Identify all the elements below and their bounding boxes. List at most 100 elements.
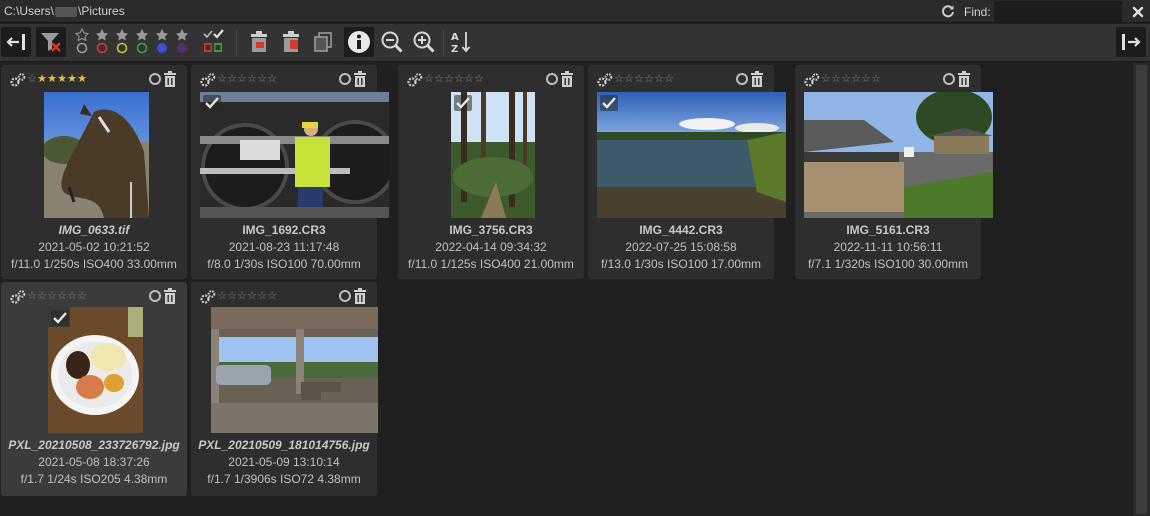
thumbnail-image[interactable] xyxy=(200,92,389,218)
thumbnail-image[interactable] xyxy=(597,92,786,218)
collapse-right-panel-icon[interactable] xyxy=(1116,27,1146,57)
thumbnail-image[interactable] xyxy=(48,307,143,433)
edit-settings-icon[interactable] xyxy=(407,73,423,87)
reject-star[interactable]: ☆ xyxy=(27,290,37,302)
rating-star[interactable]: ☆ xyxy=(644,73,654,85)
star-filter-0[interactable] xyxy=(74,27,90,54)
rating-star[interactable]: ☆ xyxy=(654,73,664,85)
rating-star[interactable]: ☆ xyxy=(257,73,267,85)
thumbnail-image[interactable] xyxy=(211,307,378,433)
copy-icon[interactable] xyxy=(308,27,338,57)
rating-star[interactable]: ☆ xyxy=(57,290,67,302)
color-label-circle-icon[interactable] xyxy=(149,73,161,85)
rating-star[interactable]: ☆ xyxy=(841,73,851,85)
collapse-left-panel-icon[interactable] xyxy=(1,27,31,57)
thumbnail-card[interactable]: ☆☆☆☆☆☆ IMG_3756.CR3 2022-04-14 09:34:32 f/1… xyxy=(398,65,584,279)
thumbnail-image[interactable] xyxy=(804,92,993,218)
thumbnail-card[interactable]: ☆☆☆☆☆☆ PXL_20210508_233726792.jpg 2021-05-… xyxy=(1,282,187,496)
rating-star[interactable]: ☆ xyxy=(237,73,247,85)
zoom-out-icon[interactable] xyxy=(377,27,407,57)
rating-star[interactable]: ★ xyxy=(37,73,47,85)
rating-star[interactable]: ☆ xyxy=(871,73,881,85)
close-icon[interactable] xyxy=(1125,0,1150,23)
rating-star[interactable]: ☆ xyxy=(464,73,474,85)
rating-star[interactable]: ☆ xyxy=(77,290,87,302)
rating-star[interactable]: ☆ xyxy=(444,73,454,85)
rating-star[interactable]: ☆ xyxy=(861,73,871,85)
rating-star[interactable]: ☆ xyxy=(237,290,247,302)
rating-star[interactable]: ☆ xyxy=(267,73,277,85)
color-label-circle-icon[interactable] xyxy=(943,73,955,85)
zoom-in-icon[interactable] xyxy=(409,27,439,57)
star-rating[interactable]: ☆☆☆☆☆☆ xyxy=(217,290,277,302)
star-filter-2[interactable] xyxy=(114,28,130,54)
star-rating[interactable]: ☆☆☆☆☆☆ xyxy=(614,73,674,85)
rating-star[interactable]: ☆ xyxy=(454,73,464,85)
rating-star[interactable]: ★ xyxy=(67,73,77,85)
color-label-circle-icon[interactable] xyxy=(339,73,351,85)
find-input[interactable] xyxy=(994,1,1122,22)
tag-check-icon[interactable] xyxy=(600,95,618,111)
sort-az-icon[interactable]: AZ xyxy=(446,27,476,57)
thumbnail-card[interactable]: ☆☆☆☆☆☆ PXL_20210509_181014756.jpg 2021-05-… xyxy=(191,282,378,496)
edit-settings-icon[interactable] xyxy=(200,290,216,304)
rating-star[interactable]: ☆ xyxy=(664,73,674,85)
color-label-circle-icon[interactable] xyxy=(339,290,351,302)
reject-star[interactable]: ☆ xyxy=(217,290,227,302)
rating-star[interactable]: ☆ xyxy=(227,73,237,85)
star-filter-5[interactable] xyxy=(174,28,190,54)
tag-check-icon[interactable] xyxy=(203,95,221,111)
thumbnail-card[interactable]: ☆☆☆☆☆☆ IMG_4442.CR3 2022-07-25 15:08:58 f/1… xyxy=(588,65,786,279)
scrollbar-thumb[interactable] xyxy=(1136,65,1147,514)
reject-star[interactable]: ☆ xyxy=(614,73,624,85)
filter-clear-icon[interactable] xyxy=(36,27,66,57)
tag-check-icon[interactable] xyxy=(51,310,69,326)
thumbnail-image[interactable] xyxy=(44,92,149,218)
rating-star[interactable]: ☆ xyxy=(227,290,237,302)
edit-settings-icon[interactable] xyxy=(597,73,613,87)
rating-star[interactable]: ☆ xyxy=(474,73,484,85)
thumbnail-card[interactable]: ☆☆☆☆☆☆ IMG_5161.CR3 2022-11-11 10:56:11 f/7… xyxy=(795,65,993,279)
info-icon[interactable] xyxy=(344,27,374,57)
tag-check-icon[interactable] xyxy=(454,95,472,111)
color-label-circle-icon[interactable] xyxy=(149,290,161,302)
rating-star[interactable]: ★ xyxy=(47,73,57,85)
rating-star[interactable]: ☆ xyxy=(37,290,47,302)
rating-star[interactable]: ☆ xyxy=(67,290,77,302)
trash-icon[interactable] xyxy=(163,288,177,304)
edit-settings-icon[interactable] xyxy=(10,73,26,87)
trash-icon[interactable] xyxy=(957,71,971,87)
star-rating[interactable]: ☆★★★★★ xyxy=(27,73,87,85)
thumbnail-image[interactable] xyxy=(451,92,535,218)
color-label-circle-icon[interactable] xyxy=(736,73,748,85)
thumbnail-card[interactable]: ☆☆☆☆☆☆ IMG_1692.CR3 2021-08-23 11:17:48 f/8… xyxy=(191,65,389,279)
rating-star[interactable]: ★ xyxy=(57,73,67,85)
edit-settings-icon[interactable] xyxy=(10,290,26,304)
star-filter-4[interactable] xyxy=(154,28,170,54)
refresh-icon[interactable] xyxy=(941,4,955,18)
rating-star[interactable]: ☆ xyxy=(634,73,644,85)
rating-star[interactable]: ☆ xyxy=(831,73,841,85)
star-rating[interactable]: ☆☆☆☆☆☆ xyxy=(424,73,484,85)
rating-star[interactable]: ☆ xyxy=(47,290,57,302)
delete-raw-icon[interactable] xyxy=(276,27,306,57)
star-rating[interactable]: ☆☆☆☆☆☆ xyxy=(217,73,277,85)
color-label-circle-icon[interactable] xyxy=(546,73,558,85)
rating-star[interactable]: ★ xyxy=(77,73,87,85)
edit-settings-icon[interactable] xyxy=(200,73,216,87)
vertical-scrollbar[interactable] xyxy=(1133,63,1150,516)
trash-icon[interactable] xyxy=(560,71,574,87)
rating-star[interactable]: ☆ xyxy=(624,73,634,85)
tagged-filter-icon[interactable] xyxy=(198,27,228,57)
trash-icon[interactable] xyxy=(353,288,367,304)
trash-icon[interactable] xyxy=(750,71,764,87)
rating-star[interactable]: ☆ xyxy=(434,73,444,85)
trash-icon[interactable] xyxy=(353,71,367,87)
reject-star[interactable]: ☆ xyxy=(27,73,37,85)
thumbnail-card[interactable]: ☆★★★★★ IMG_0633.tif 2021-05-02 10:21:52 f/1… xyxy=(1,65,187,279)
reject-star[interactable]: ☆ xyxy=(821,73,831,85)
rating-star[interactable]: ☆ xyxy=(247,73,257,85)
delete-icon[interactable] xyxy=(244,27,274,57)
edit-settings-icon[interactable] xyxy=(804,73,820,87)
reject-star[interactable]: ☆ xyxy=(424,73,434,85)
